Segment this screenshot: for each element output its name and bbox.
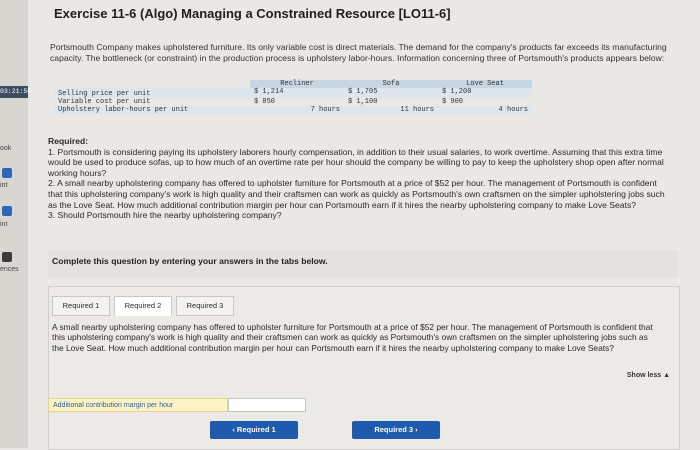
table-row: Selling price per unit $ 1,214 $ 1,705 $… — [54, 88, 532, 98]
tab-required-1[interactable]: Required 1 — [52, 296, 110, 316]
column-header-love-seat: Love Seat — [438, 80, 532, 88]
tab-required-2[interactable]: Required 2 — [114, 296, 172, 316]
row-label: Variable cost per unit — [58, 98, 151, 106]
print-icon[interactable] — [2, 206, 12, 216]
table-cell: 4 hours — [498, 106, 528, 114]
hint-icon[interactable] — [2, 168, 12, 178]
row-label: Upholstery labor-hours per unit — [58, 106, 189, 114]
required-heading: Required: — [48, 136, 89, 146]
tab-required-3[interactable]: Required 3 — [176, 296, 234, 316]
column-header-recliner: Recliner — [250, 80, 344, 88]
instructions: Complete this question by entering your … — [52, 256, 328, 266]
table-cell: 7 hours — [310, 106, 340, 114]
main-content: Exercise 11-6 (Algo) Managing a Constrai… — [40, 0, 700, 450]
sidebar-item-hint[interactable]: int — [0, 182, 7, 189]
show-less-link[interactable]: Show less ▲ — [627, 372, 670, 379]
table-cell: 11 hours — [400, 106, 434, 114]
table-cell: $ 1,200 — [442, 88, 472, 96]
table-cell: $ 1,100 — [348, 98, 378, 106]
required-item-2: 2. A small nearby upholstering company h… — [48, 178, 665, 210]
table-cell: $ 900 — [442, 98, 464, 106]
table-cell: $ 1,705 — [348, 88, 378, 96]
table-row: Variable cost per unit $ 850 $ 1,100 $ 9… — [54, 98, 532, 106]
question-text: A small nearby upholstering company has … — [52, 322, 653, 353]
table-row: Upholstery labor-hours per unit 7 hours … — [54, 106, 532, 114]
references-icon[interactable] — [2, 252, 12, 262]
exercise-intro: Portsmouth Company makes upholstered fur… — [50, 42, 667, 63]
prev-button[interactable]: ‹ Required 1 — [210, 421, 298, 439]
sidebar-item-references[interactable]: ences — [0, 266, 19, 273]
show-less-label[interactable]: Show less — [627, 372, 661, 379]
additional-contribution-margin-input[interactable] — [228, 398, 306, 412]
required-item-1: 1. Portsmouth is considering paying its … — [48, 146, 664, 178]
required-section: Required: 1. Portsmouth is considering p… — [48, 136, 672, 221]
required-item-3: 3. Should Portsmouth hire the nearby uph… — [48, 210, 282, 221]
chevron-left-icon: ‹ — [232, 425, 235, 434]
caret-up-icon: ▲ — [663, 372, 670, 379]
next-button-label: Required 3 — [374, 425, 414, 434]
chevron-right-icon: › — [415, 425, 418, 434]
next-button[interactable]: Required 3 › — [352, 421, 440, 439]
sidebar-item-print[interactable]: int — [0, 221, 7, 228]
left-sidebar: 03:21:50 ook int int ences — [0, 0, 31, 448]
sidebar-item-book[interactable]: ook — [0, 145, 11, 152]
table-cell: $ 1,214 — [254, 88, 284, 96]
prev-button-label: Required 1 — [236, 425, 276, 434]
timer: 03:21:50 — [0, 86, 31, 98]
row-label: Selling price per unit — [58, 90, 151, 98]
column-header-sofa: Sofa — [344, 80, 438, 88]
product-table: Recliner Sofa Love Seat Selling price pe… — [54, 80, 532, 114]
answer-label: Additional contribution margin per hour — [48, 398, 228, 412]
table-cell: $ 850 — [254, 98, 276, 106]
exercise-title: Exercise 11-6 (Algo) Managing a Constrai… — [54, 6, 451, 21]
